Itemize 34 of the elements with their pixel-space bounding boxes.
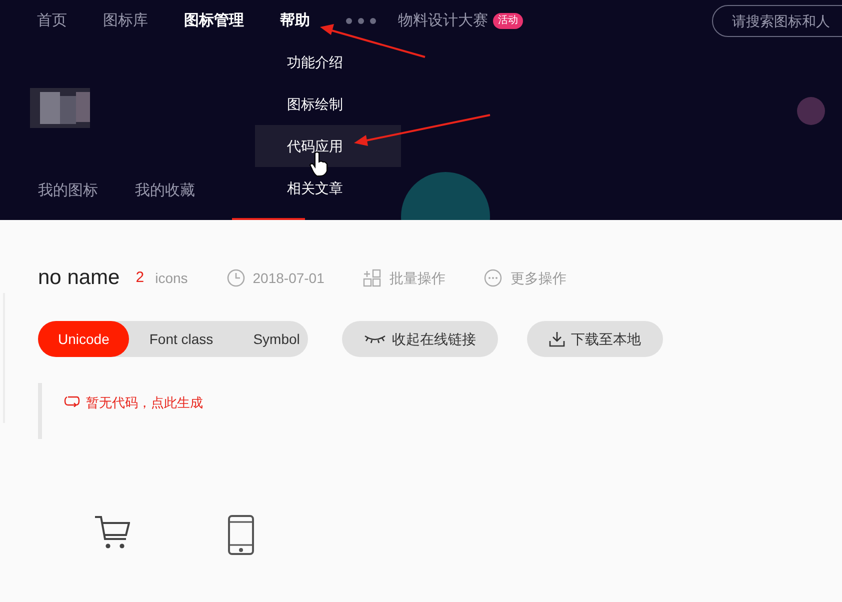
action-button[interactable]: 下载至本地 <box>527 321 663 357</box>
hand-cursor-icon <box>309 151 329 177</box>
clock-icon <box>226 269 245 287</box>
project-name: no name <box>38 265 120 292</box>
nav-link[interactable]: 首页 <box>37 10 67 32</box>
count-unit: icons <box>155 268 188 288</box>
menu-item[interactable]: 功能介绍 <box>255 41 401 83</box>
segment-tab[interactable]: Unicode <box>38 321 130 357</box>
phone-icon[interactable] <box>228 515 254 555</box>
event-badge: 活动 <box>493 13 523 29</box>
nav-link[interactable]: 帮助 <box>280 10 310 32</box>
segment-tab[interactable]: Font class <box>129 321 234 357</box>
grid-icon <box>363 269 382 287</box>
menu-item[interactable]: 代码应用 <box>255 125 401 167</box>
nav-link[interactable]: 物料设计大赛 <box>398 10 488 32</box>
nav-link[interactable]: 图标管理 <box>184 10 244 32</box>
generate-code-link[interactable]: 暂无代码，点此生成 <box>86 393 203 412</box>
menu-item[interactable]: 图标绘制 <box>255 83 401 125</box>
closed-eye-icon <box>364 334 386 344</box>
avatar-icon <box>30 88 90 128</box>
nav-link[interactable]: 图标库 <box>103 10 148 32</box>
refresh-icon <box>64 395 80 407</box>
action-button[interactable]: 收起在线链接 <box>342 321 498 357</box>
tab[interactable]: 我的收藏 <box>135 180 195 220</box>
menu-item[interactable]: 相关文章 <box>255 167 401 209</box>
download-icon <box>549 331 565 347</box>
tab[interactable]: 我的图标 <box>38 180 98 220</box>
more-icon[interactable] <box>346 18 376 24</box>
segment-tab[interactable]: Symbol <box>233 321 320 357</box>
icon-count: 2 <box>136 268 144 288</box>
cart-icon[interactable] <box>94 515 130 549</box>
date-text: 2018-07-01 <box>252 268 324 288</box>
more-icon <box>484 269 502 287</box>
search-field[interactable]: 请搜索图标和人 <box>712 5 842 37</box>
